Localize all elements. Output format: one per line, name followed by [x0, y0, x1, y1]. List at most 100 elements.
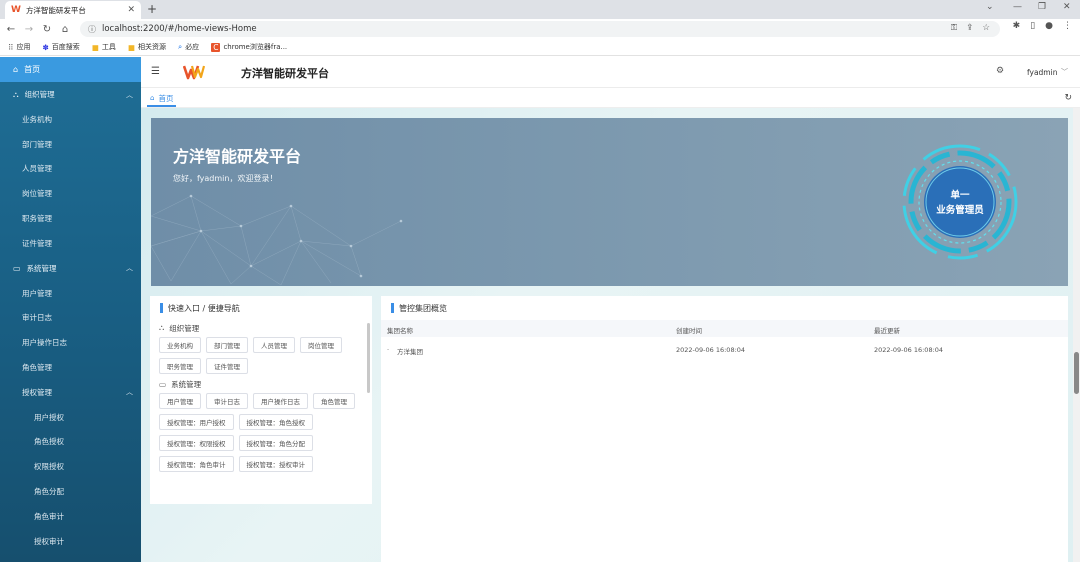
folder-icon: ■ [127, 42, 135, 52]
bookmark-item[interactable]: ⌕ 必应 [178, 42, 199, 52]
sidebar-group-auth[interactable]: 授权管理 ︿ [0, 380, 141, 405]
menu-icon[interactable]: ⋮ [1063, 21, 1072, 31]
restore-icon[interactable]: ❐ [1038, 2, 1046, 12]
org-tree-icon: ⛬ [13, 89, 19, 99]
bookmark-item[interactable]: ■ 相关资源 [128, 42, 166, 52]
monitor-icon: ▭ [159, 379, 167, 389]
quick-link-button[interactable]: 证件管理 [206, 358, 248, 374]
quick-link-button[interactable]: 用户操作日志 [253, 393, 308, 409]
sidebar-item[interactable]: 角色授权 [0, 430, 141, 455]
tags-view: ⌂ 首页 ↻ [141, 88, 1080, 108]
bookmark-item[interactable]: Cchrome浏览器fra... [211, 42, 287, 52]
close-tab-icon[interactable]: ✕ [127, 5, 135, 15]
sidebar-item[interactable]: 部门管理 [0, 132, 141, 157]
profile-icon[interactable]: ● [1045, 21, 1053, 31]
role-badge: 单一 业务管理员 [901, 140, 1021, 264]
menu-toggle-icon[interactable]: ☰ [151, 66, 160, 77]
gear-icon[interactable]: ⚙ [996, 66, 1004, 76]
quick-link-button[interactable]: 部门管理 [206, 337, 248, 353]
sidebar-item[interactable]: 业务机构 [0, 107, 141, 132]
browser-tab[interactable]: W 方洋智能研发平台 ✕ [5, 1, 141, 19]
table-row[interactable]: · 方洋集团 2022-09-06 16:08:04 2022-09-06 16… [381, 343, 1068, 360]
browser-tabstrip: W 方洋智能研发平台 ✕ + ⌄ — ❐ ✕ [0, 0, 1080, 19]
browser-toolbar: ← → ↻ ⌂ ⓘ localhost:2200/#/home-views-Ho… [0, 19, 1080, 39]
minimize-icon[interactable]: — [1013, 2, 1022, 12]
sidebar-item[interactable]: 用户管理 [0, 281, 141, 306]
quick-link-button[interactable]: 授权管理：用户授权 [159, 414, 234, 430]
card-scrollbar[interactable] [367, 323, 370, 393]
quick-link-button[interactable]: 角色管理 [313, 393, 355, 409]
sidebar-item[interactable]: 职务管理 [0, 206, 141, 231]
page-scrollbar[interactable] [1073, 108, 1080, 562]
column-header: 最近更新 [874, 327, 900, 335]
sidebar-item[interactable]: 授权审计 [0, 529, 141, 554]
network-decoration [151, 194, 403, 286]
quick-group-title: ⛬ 组织管理 [159, 323, 200, 333]
new-tab-button[interactable]: + [147, 2, 157, 16]
brand-logo [183, 65, 205, 80]
quick-link-button[interactable]: 授权管理：角色授权 [238, 414, 313, 430]
group-overview-card: 管控集团概览 集团名称 创建时间 最近更新 · 方洋集团 2022-09-06 … [381, 296, 1068, 562]
refresh-icon[interactable]: ↻ [1064, 93, 1072, 103]
site-logo-icon: W [11, 5, 21, 15]
reading-list-icon[interactable]: ▯ [1030, 21, 1035, 31]
welcome-message: 您好，fyadmin，欢迎登录！ [173, 174, 278, 183]
bookmark-item[interactable]: ✽ 百度搜索 [43, 42, 80, 52]
forward-icon[interactable]: → [20, 24, 38, 35]
sidebar-item[interactable]: 人员管理 [0, 157, 141, 182]
tab-title: 方洋智能研发平台 [25, 5, 86, 15]
sidebar-item[interactable]: 角色审计 [0, 504, 141, 529]
window-close-icon[interactable]: ✕ [1063, 2, 1071, 12]
key-icon[interactable]: ⚿ [951, 23, 957, 33]
sidebar-item[interactable]: 角色管理 [0, 355, 141, 380]
quick-link-button[interactable]: 授权管理：权限授权 [159, 435, 234, 451]
sidebar: ⌂ 首页 ⛬ 组织管理 ︿ 业务机构 部门管理 人员管理 岗位管理 职务管理 证件管理… [0, 57, 141, 562]
home-icon: ⌂ [13, 65, 19, 74]
sidebar-item[interactable]: 权限授权 [0, 454, 141, 479]
sidebar-group-org[interactable]: ⛬ 组织管理 ︿ [0, 82, 141, 107]
home-icon: ⌂ [150, 94, 155, 102]
site-info-icon[interactable]: ⓘ [88, 24, 96, 35]
bookmark-item[interactable]: ⠿ 应用 [8, 42, 31, 52]
app-title: 方洋智能研发平台 [241, 67, 329, 80]
extensions-icon[interactable]: ✱ [1013, 21, 1021, 31]
share-icon[interactable]: ⇪ [966, 23, 973, 33]
url-text: localhost:2200/#/home-views-Home [102, 24, 257, 34]
tree-branch-icon: · [387, 346, 390, 354]
quick-link-button[interactable]: 授权管理：授权审计 [238, 456, 313, 472]
tab-search-icon[interactable]: ⌄ [986, 2, 994, 12]
sidebar-item[interactable]: 用户操作日志 [0, 330, 141, 355]
address-bar[interactable]: ⓘ localhost:2200/#/home-views-Home ⚿ ⇪ ☆ [80, 21, 1000, 37]
quick-link-button[interactable]: 职务管理 [159, 358, 201, 374]
chrome-c-icon: C [211, 42, 221, 52]
quick-link-button[interactable]: 用户管理 [159, 393, 201, 409]
banner-title: 方洋智能研发平台 [173, 147, 302, 166]
reload-icon[interactable]: ↻ [38, 24, 56, 35]
back-icon[interactable]: ← [2, 24, 20, 35]
page-scrollbar-thumb[interactable] [1074, 352, 1079, 394]
sidebar-group-system[interactable]: ▭ 系统管理 ︿ [0, 256, 141, 281]
folder-icon: ■ [91, 42, 99, 52]
quick-link-button[interactable]: 人员管理 [253, 337, 295, 353]
sidebar-item[interactable]: 岗位管理 [0, 181, 141, 206]
chevron-down-icon[interactable]: ﹀ [1061, 67, 1068, 77]
column-header: 创建时间 [676, 327, 702, 335]
quick-link-button[interactable]: 授权管理：角色审计 [159, 456, 234, 472]
chevron-up-icon: ︿ [126, 90, 133, 99]
tag-home[interactable]: ⌂ 首页 [147, 91, 177, 107]
quick-link-button[interactable]: 岗位管理 [300, 337, 342, 353]
user-name[interactable]: fyadmin [1027, 68, 1057, 77]
sidebar-item[interactable]: 审计日志 [0, 306, 141, 331]
quick-link-button[interactable]: 业务机构 [159, 337, 201, 353]
sidebar-item[interactable]: 角色分配 [0, 479, 141, 504]
bookmark-star-icon[interactable]: ☆ [982, 23, 990, 33]
quick-link-button[interactable]: 授权管理：角色分配 [238, 435, 313, 451]
updated-cell: 2022-09-06 16:08:04 [874, 346, 944, 354]
sidebar-item[interactable]: 用户授权 [0, 405, 141, 430]
sidebar-item-home[interactable]: ⌂ 首页 [0, 57, 141, 82]
sidebar-item[interactable]: 证件管理 [0, 231, 141, 256]
org-tree-icon: ⛬ [159, 323, 165, 332]
bookmark-item[interactable]: ■ 工具 [92, 42, 116, 52]
home-icon[interactable]: ⌂ [56, 24, 74, 35]
quick-link-button[interactable]: 审计日志 [206, 393, 248, 409]
